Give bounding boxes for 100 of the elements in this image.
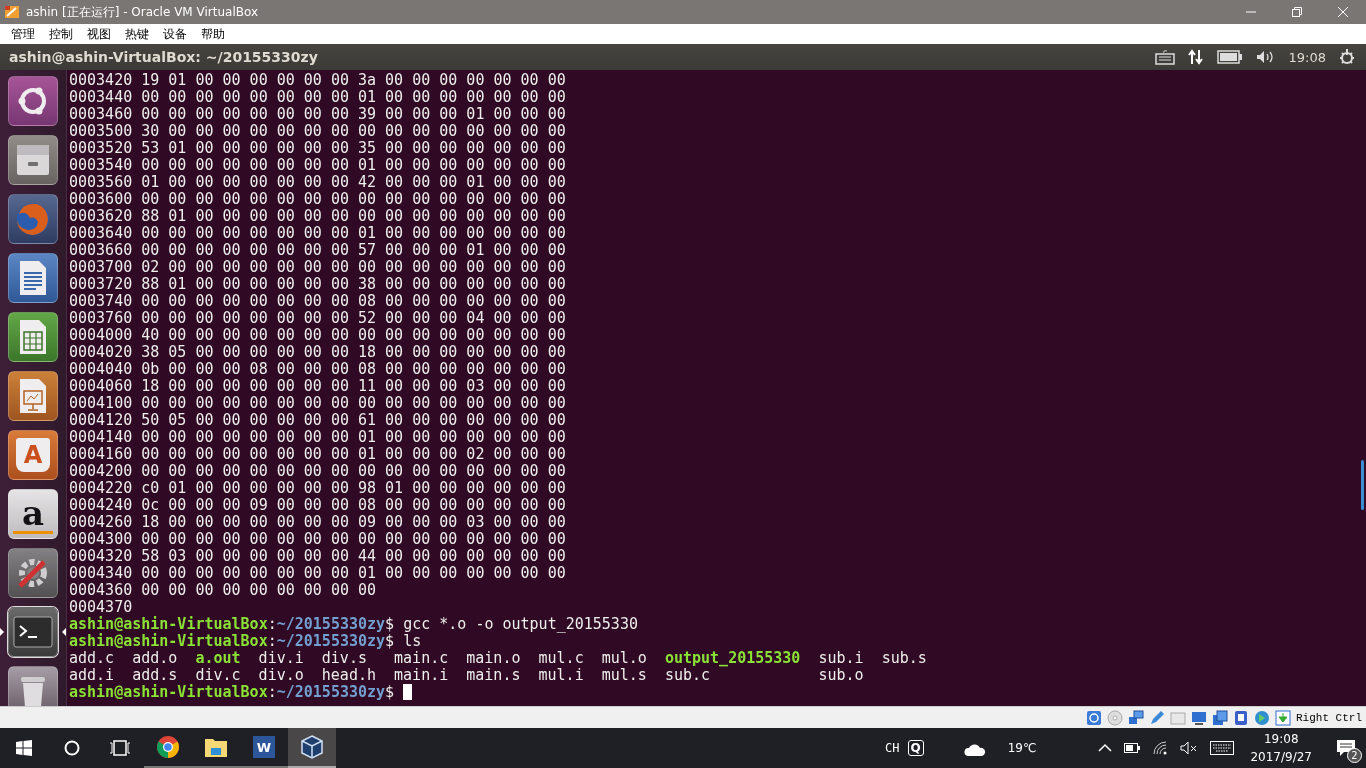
file-cabinet-icon: [14, 142, 52, 178]
menu-item[interactable]: 热键: [118, 25, 156, 43]
terminal-line: 0004040 0b 00 00 00 08 00 00 00 08 00 00 00 00 00 00 00: [69, 361, 567, 378]
file-name: sub.i: [818, 649, 864, 667]
clock-date[interactable]: 2017/9/27: [1250, 748, 1312, 766]
circle-icon: [64, 740, 80, 756]
terminal-line: 0004340 00 00 00 00 00 00 00 00 01 00 00 00 00 00 00 00: [69, 565, 567, 582]
prompt-separator: :: [267, 683, 277, 701]
terminal-line: 0004220 c0 01 00 00 00 00 00 00 98 01 00 00 00 00 00 00: [69, 480, 567, 497]
scrollbar[interactable]: [1361, 460, 1364, 510]
terminal-line: 0003500 30 00 00 00 00 00 00 00 00 00 00 00 00 00 00 00: [69, 123, 567, 140]
chevron-up-icon[interactable]: [1098, 743, 1113, 753]
muted-speaker-icon[interactable]: [1180, 741, 1199, 755]
keyboard-icon[interactable]: [1210, 741, 1235, 755]
prompt-separator: :: [267, 615, 277, 633]
file-name: div.c: [195, 666, 241, 684]
app-icon: [4, 4, 20, 20]
launcher-item[interactable]: [8, 548, 58, 598]
file-name: mul.s: [601, 666, 647, 684]
file-name: mul.i: [538, 666, 584, 684]
windows-logo-icon: [16, 740, 32, 756]
file-name: a.out: [195, 649, 241, 667]
hard-disk-icon[interactable]: [1086, 709, 1102, 726]
terminal-line: 0004100 00 00 00 00 00 00 00 00 00 00 00 00 00 00 00 00: [69, 395, 567, 412]
terminal-line: 0003560 01 00 00 00 00 00 00 00 42 00 00 00 01 00 00 00: [69, 174, 567, 191]
menu-item[interactable]: 视图: [80, 25, 118, 43]
terminal-line: 0003640 00 00 00 00 00 00 00 00 01 00 00 00 00 00 00 00: [69, 225, 567, 242]
notification-badge: 2: [1347, 748, 1362, 763]
terminal-line: 0004120 50 05 00 00 00 00 00 00 61 00 00 00 00 00 00 00: [69, 412, 567, 429]
terminal-line: 0003720 88 01 00 00 00 00 00 00 38 00 00 00 00 00 00 00: [69, 276, 567, 293]
file-name: main.c: [394, 649, 449, 667]
browser-wheel-icon: [156, 735, 180, 759]
battery-icon[interactable]: [1216, 50, 1243, 64]
launcher-item[interactable]: [8, 607, 58, 657]
battery-icon[interactable]: [1124, 743, 1141, 753]
document-icon: [17, 259, 49, 297]
taskbar-app[interactable]: [288, 728, 336, 768]
launcher-item[interactable]: [8, 76, 58, 126]
input-language[interactable]: CH: [885, 741, 900, 755]
download-icon[interactable]: [1275, 709, 1291, 726]
file-name: add.s: [132, 666, 178, 684]
menu-item[interactable]: 帮助: [194, 25, 232, 43]
menu-item[interactable]: 控制: [42, 25, 80, 43]
file-name: mul.c: [538, 649, 584, 667]
terminal-line: 0004140 00 00 00 00 00 00 00 00 01 00 00 00 00 00 00 00: [69, 429, 567, 446]
document-letter-icon: W: [253, 736, 275, 758]
terminal-title: ashin@ashin-VirtualBox: ~/20155330zy: [8, 49, 318, 65]
file-name: mul.o: [601, 649, 647, 667]
file-name: output_20155330: [664, 649, 801, 667]
terminal-line: 0003740 00 00 00 00 00 00 00 00 08 00 00 00 00 00 00 00: [69, 293, 567, 310]
terminal-line: 0003620 88 01 00 00 00 00 00 00 00 00 00 00 00 00 00 00: [69, 208, 567, 225]
prompt-user: ashin@ashin-VirtualBox: [69, 683, 268, 701]
launcher-item[interactable]: [8, 371, 58, 421]
prompt-path: ~/20155330zy: [276, 615, 386, 633]
file-name: div.i: [258, 649, 304, 667]
launcher-item[interactable]: A: [8, 430, 58, 480]
terminal-line: 0003460 00 00 00 00 00 00 00 00 39 00 00 00 01 00 00 00: [69, 106, 567, 123]
terminal-line: 0004260 18 00 00 00 00 00 00 00 09 00 00 00 03 00 00 00: [69, 514, 567, 531]
active-indicator-icon: [0, 628, 4, 636]
file-name: main.s: [466, 666, 521, 684]
file-name: head.h: [321, 666, 376, 684]
command-text: $ ls: [385, 632, 422, 650]
display-icon[interactable]: [1191, 709, 1207, 726]
close-icon: [1338, 7, 1348, 17]
terminal-line: 0004360 00 00 00 00 00 00 00 00 00: [69, 582, 378, 599]
file-name: sub.s: [881, 649, 927, 667]
file-name: sub.o: [818, 666, 864, 684]
clock[interactable]: 19:08: [1288, 49, 1326, 65]
terminal-line: 0003440 00 00 00 00 00 00 00 00 01 00 00 00 00 00 00 00: [69, 89, 567, 106]
input-mode-button[interactable]: Q: [907, 740, 924, 756]
clock-time[interactable]: 19:08: [1263, 730, 1299, 748]
task-view-icon: [109, 740, 131, 756]
terminal-line: 0003660 00 00 00 00 00 00 00 00 57 00 00 00 01 00 00 00: [69, 242, 567, 259]
pen-icon[interactable]: [1149, 709, 1165, 726]
launcher-item[interactable]: [8, 253, 58, 303]
launcher-item[interactable]: [8, 666, 58, 706]
file-name: main.i: [394, 666, 449, 684]
presentation-icon: [17, 377, 49, 415]
network-arrows-icon[interactable]: [1186, 48, 1205, 66]
menu-item[interactable]: 设备: [156, 25, 194, 43]
network-icon[interactable]: [1128, 709, 1144, 726]
terminal-line: 0003700 02 00 00 00 00 00 00 00 00 00 00 00 00 00 00 00: [69, 259, 567, 276]
windows-icon[interactable]: [1212, 709, 1228, 726]
launcher-item[interactable]: [8, 135, 58, 185]
file-name: div.o: [258, 666, 304, 684]
terminal-line: 0004160 00 00 00 00 00 00 00 00 01 00 00 00 02 00 00 00: [69, 446, 567, 463]
folder-icon: [204, 736, 228, 758]
menu-item[interactable]: 管理: [4, 25, 42, 43]
gear-icon[interactable]: [1338, 48, 1356, 66]
prompt-path: ~/20155330zy: [276, 683, 386, 701]
wifi-icon[interactable]: [1152, 740, 1169, 756]
temperature[interactable]: 19℃: [1007, 741, 1037, 755]
terminal-line: 0003420 19 01 00 00 00 00 00 00 3a 00 00 00 00 00 00 00: [69, 72, 567, 89]
prompt-user: ashin@ashin-VirtualBox: [69, 615, 268, 633]
active-indicator-icon: [62, 628, 66, 636]
shopping-bag-icon: A: [16, 438, 50, 472]
launcher-item[interactable]: [8, 312, 58, 362]
host-key-label: Right Ctrl: [1296, 711, 1362, 724]
terminal-line: 0004060 18 00 00 00 00 00 00 00 11 00 00 00 03 00 00 00: [69, 378, 567, 395]
browser-globe-icon: [14, 200, 52, 238]
